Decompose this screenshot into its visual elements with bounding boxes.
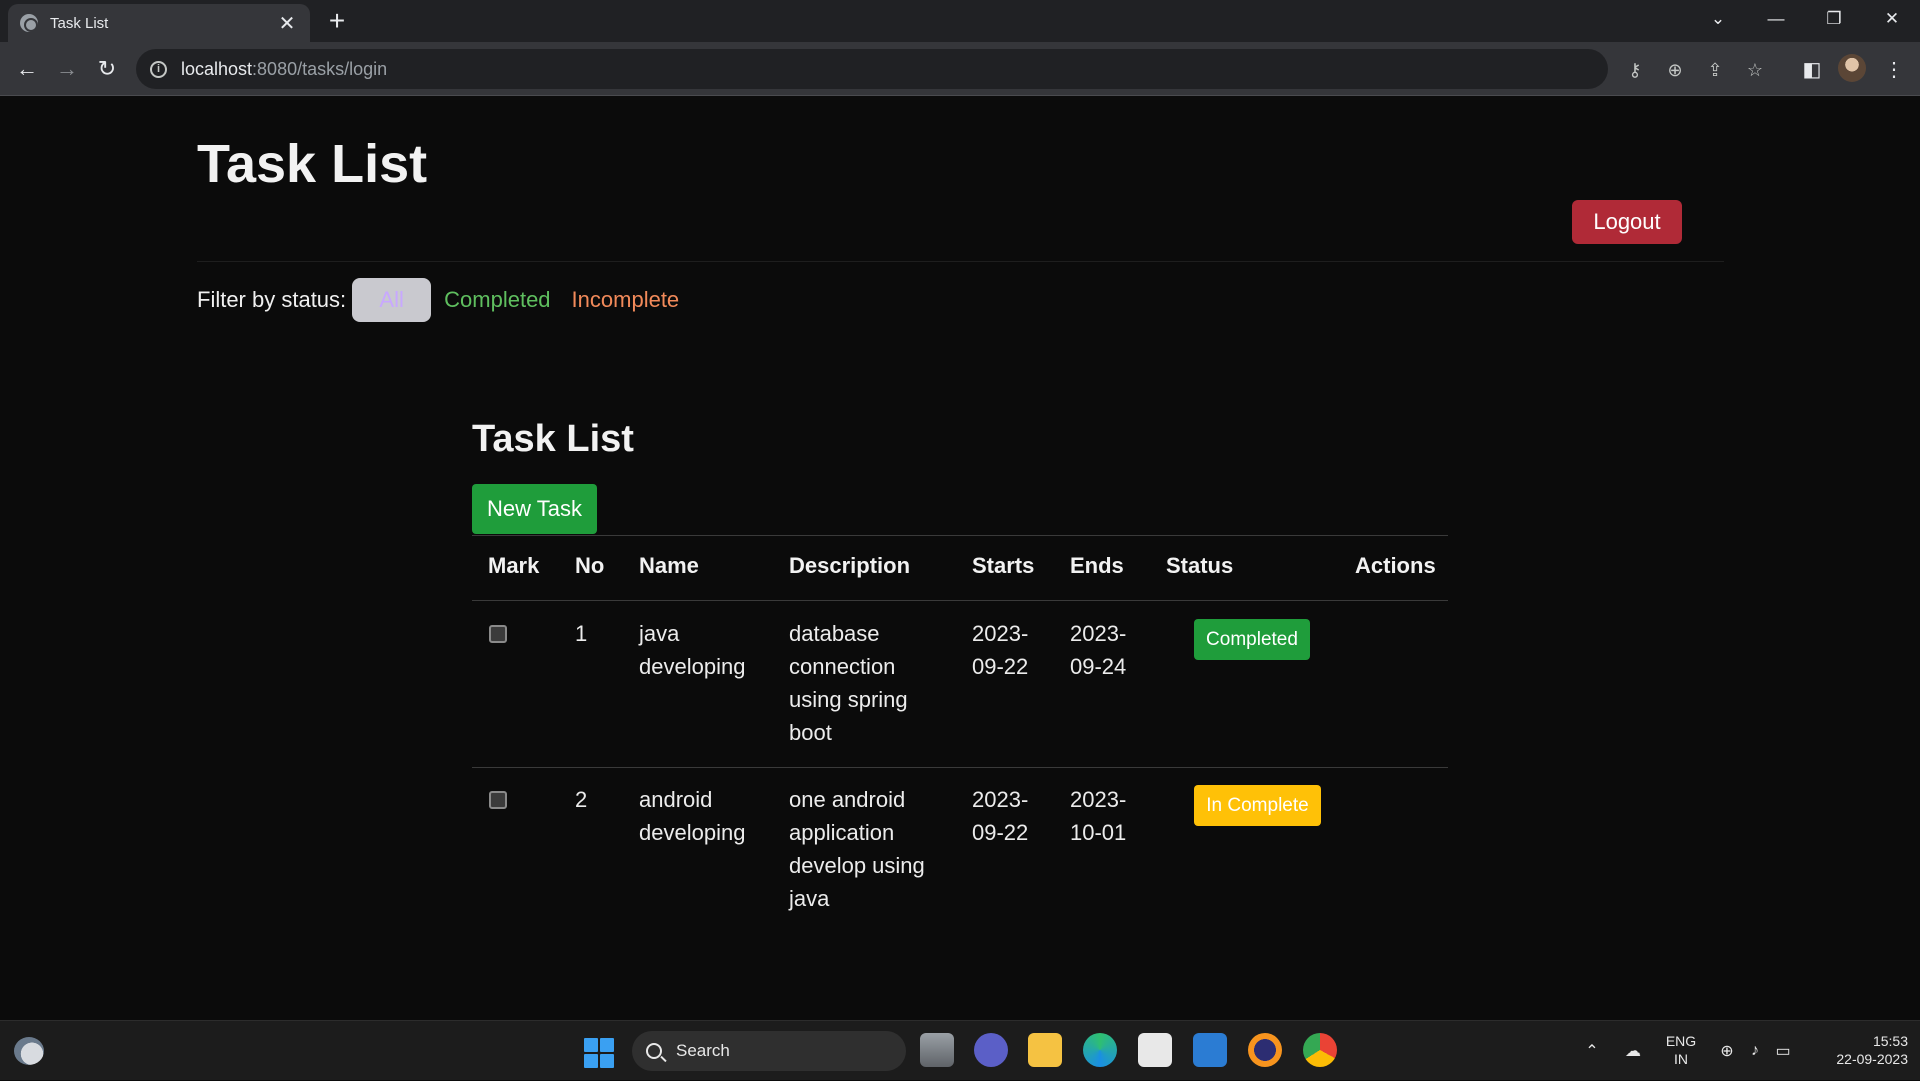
tab-title: Task List	[50, 14, 109, 32]
teams-chat-icon[interactable]	[974, 1033, 1008, 1067]
task-view-icon[interactable]	[920, 1033, 954, 1067]
zoom-icon[interactable]: ⊕	[1662, 57, 1688, 83]
task-no: 1	[575, 621, 588, 646]
close-window-icon[interactable]: ✕	[1864, 0, 1920, 38]
task-description: one android application develop using java	[789, 787, 925, 911]
language-indicator[interactable]: ENG IN	[1660, 1032, 1702, 1068]
new-task-button[interactable]: New Task	[472, 484, 597, 534]
mark-checkbox[interactable]	[489, 791, 507, 809]
filter-incomplete-link[interactable]: Incomplete	[572, 287, 680, 313]
browser-toolbar: ← → ↻ i localhost:8080/tasks/login ⚷ ⊕ ⇪…	[0, 42, 1920, 96]
page-title: Task List	[197, 134, 428, 194]
filter-label: Filter by status:	[197, 287, 347, 312]
minimize-icon[interactable]: —	[1748, 0, 1804, 38]
store-icon[interactable]	[1138, 1033, 1172, 1067]
mark-checkbox[interactable]	[489, 625, 507, 643]
table-top-border	[472, 535, 1448, 536]
forward-icon[interactable]: →	[50, 52, 84, 86]
browser-tab-bar: Task List ✕ + ⌄ — ❐ ✕	[0, 0, 1920, 42]
task-name: java developing	[639, 621, 746, 679]
system-clock[interactable]: 15:53 22-09-2023	[1812, 1032, 1908, 1068]
share-icon[interactable]: ⇪	[1702, 57, 1728, 83]
reload-icon[interactable]: ↻	[90, 52, 124, 86]
filter-all-button[interactable]: All	[352, 278, 432, 322]
list-title: Task List	[472, 418, 634, 460]
task-no: 2	[575, 787, 588, 812]
header-starts: Starts	[972, 553, 1035, 578]
url-host: localhost	[181, 58, 253, 79]
address-bar[interactable]: i localhost:8080/tasks/login ⚷ ⊕ ⇪ ☆	[136, 49, 1763, 89]
show-hidden-icons-icon[interactable]: ⌃	[1580, 1021, 1604, 1081]
taskbar-search[interactable]: Search	[632, 1031, 906, 1071]
task-ends: 2023- 09-24	[1070, 621, 1127, 679]
task-ends: 2023- 10-01	[1070, 787, 1127, 845]
url-path: :8080/tasks/login	[252, 58, 388, 79]
status-badge: Completed	[1194, 619, 1310, 660]
header-name: Name	[639, 553, 699, 578]
chrome-icon[interactable]	[1303, 1033, 1337, 1067]
row-border	[472, 767, 1448, 768]
status-badge: In Complete	[1194, 785, 1321, 826]
status-filter: Filter by status: All Completed Incomple…	[197, 278, 679, 322]
task-description: database connection using spring boot	[789, 621, 908, 745]
header-ends: Ends	[1070, 553, 1124, 578]
side-panel-icon[interactable]: ◧	[1797, 54, 1827, 84]
new-tab-button[interactable]: +	[322, 6, 352, 36]
weather-icon[interactable]	[14, 1037, 44, 1065]
page-content: Task List Logout Filter by status: All C…	[0, 97, 1920, 1020]
restore-icon[interactable]: ❐	[1806, 0, 1862, 38]
header-border	[472, 600, 1448, 601]
windows-start-icon[interactable]	[584, 1038, 614, 1068]
onedrive-icon[interactable]: ☁	[1618, 1021, 1648, 1081]
browser-tab[interactable]: Task List ✕	[8, 4, 310, 42]
network-icon[interactable]: ⊕	[1714, 1021, 1740, 1081]
profile-avatar[interactable]	[1838, 54, 1866, 82]
header-no: No	[575, 553, 605, 578]
file-explorer-icon[interactable]	[1028, 1033, 1062, 1067]
mail-icon[interactable]	[1193, 1033, 1227, 1067]
divider	[197, 261, 1724, 262]
task-starts: 2023- 09-22	[972, 621, 1029, 679]
search-icon	[646, 1043, 662, 1059]
volume-icon[interactable]: ♪	[1742, 1021, 1768, 1081]
bookmark-star-icon[interactable]: ☆	[1742, 57, 1768, 83]
key-icon[interactable]: ⚷	[1622, 57, 1648, 83]
header-status: Status	[1166, 553, 1234, 578]
header-actions: Actions	[1355, 553, 1436, 578]
edge-icon[interactable]	[1083, 1033, 1117, 1067]
info-icon[interactable]: i	[150, 60, 167, 78]
tab-close-icon[interactable]: ✕	[276, 11, 298, 36]
filter-completed-link[interactable]: Completed	[444, 287, 550, 313]
logout-button[interactable]: Logout	[1572, 200, 1682, 244]
menu-icon[interactable]: ⋮	[1879, 54, 1909, 84]
back-icon[interactable]: ←	[10, 52, 44, 86]
header-mark: Mark	[488, 553, 540, 578]
header-description: Description	[789, 553, 911, 578]
globe-icon	[20, 14, 38, 32]
eclipse-icon[interactable]	[1248, 1033, 1282, 1067]
task-starts: 2023- 09-22	[972, 787, 1029, 845]
tab-search-icon[interactable]: ⌄	[1690, 0, 1746, 38]
search-placeholder: Search	[676, 1041, 730, 1060]
task-name: android developing	[639, 787, 746, 845]
battery-icon[interactable]: ▭	[1770, 1021, 1796, 1081]
taskbar: Search ⌃ ☁ ENG IN ⊕ ♪ ▭ 15:53 22-09-2023	[0, 1020, 1920, 1080]
